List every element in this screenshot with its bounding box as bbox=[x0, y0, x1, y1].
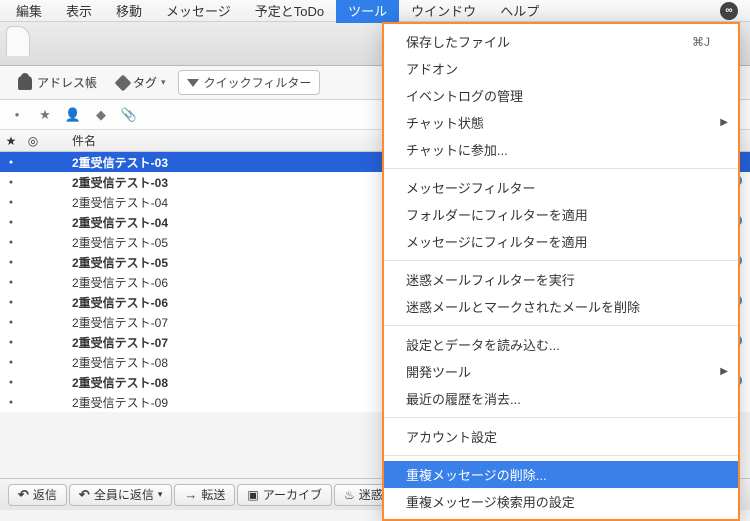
menu-item-label: 迷惑メールフィルターを実行 bbox=[406, 270, 575, 289]
row-bullet-icon: ● bbox=[0, 319, 22, 326]
submenu-arrow-icon: ▶ bbox=[720, 117, 728, 128]
menu-shortcut: ⌘J bbox=[692, 35, 710, 49]
menu-item-label: フォルダーにフィルターを適用 bbox=[406, 205, 588, 224]
row-bullet-icon: ● bbox=[0, 259, 22, 266]
menu-item-label: メッセージフィルター bbox=[406, 178, 535, 197]
tag-icon bbox=[115, 74, 132, 91]
menu-separator bbox=[384, 417, 738, 418]
menu-item[interactable]: チャット状態 ▶ bbox=[384, 109, 738, 136]
menu-item[interactable]: 迷惑メールフィルターを実行 bbox=[384, 266, 738, 293]
row-bullet-icon: ● bbox=[0, 219, 22, 226]
column-attachment[interactable]: ◎ bbox=[22, 134, 44, 148]
reply-all-button[interactable]: ↶全員に返信▾ bbox=[69, 484, 172, 506]
forward-icon: → bbox=[184, 487, 197, 502]
reply-button[interactable]: ↶返信 bbox=[8, 484, 67, 506]
row-bullet-icon: ● bbox=[0, 159, 22, 166]
filter-attach-icon[interactable]: 📎 bbox=[120, 106, 138, 124]
menu-item-label: アカウント設定 bbox=[406, 427, 497, 446]
menu-item[interactable]: 開発ツール ▶ bbox=[384, 358, 738, 385]
reply-icon: ↶ bbox=[18, 487, 29, 503]
menu-item[interactable]: チャットに参加... bbox=[384, 136, 738, 163]
menu-item[interactable]: フォルダーにフィルターを適用 bbox=[384, 201, 738, 228]
row-bullet-icon: ● bbox=[0, 359, 22, 366]
menu-item[interactable]: 設定とデータを読み込む... bbox=[384, 331, 738, 358]
menu-tasks[interactable]: 予定とToDo bbox=[243, 0, 336, 23]
address-book-button[interactable]: アドレス帳 bbox=[10, 71, 105, 94]
archive-button[interactable]: ▣アーカイブ bbox=[237, 484, 332, 506]
menu-separator bbox=[384, 168, 738, 169]
reply-all-icon: ↶ bbox=[79, 487, 90, 503]
menubar: 編集 表示 移動 メッセージ 予定とToDo ツール ウインドウ ヘルプ ∞ bbox=[0, 0, 750, 22]
menu-item-label: チャットに参加... bbox=[406, 140, 508, 159]
menu-item-label: 開発ツール bbox=[406, 362, 471, 381]
menu-go[interactable]: 移動 bbox=[104, 0, 154, 23]
tools-dropdown-menu: 保存したファイル ⌘J アドオンイベントログの管理チャット状態 ▶ チャットに参加...… bbox=[382, 22, 740, 521]
filter-tag-icon[interactable]: ◆ bbox=[92, 106, 110, 124]
column-star[interactable]: ★ bbox=[0, 134, 22, 148]
menu-item-label: アドオン bbox=[406, 59, 458, 78]
menu-item[interactable]: メッセージフィルター bbox=[384, 174, 738, 201]
menu-edit[interactable]: 編集 bbox=[4, 0, 54, 23]
menu-help[interactable]: ヘルプ bbox=[488, 0, 551, 23]
menu-separator bbox=[384, 325, 738, 326]
row-bullet-icon: ● bbox=[0, 299, 22, 306]
row-bullet-icon: ● bbox=[0, 239, 22, 246]
flame-icon: ♨ bbox=[344, 488, 355, 502]
row-bullet-icon: ● bbox=[0, 399, 22, 406]
menu-item-label: 保存したファイル bbox=[406, 32, 510, 51]
menu-separator bbox=[384, 260, 738, 261]
tab-edge bbox=[6, 26, 30, 56]
menu-item[interactable]: アドオン bbox=[384, 55, 738, 82]
menu-item-label: 設定とデータを読み込む... bbox=[406, 335, 560, 354]
archive-icon: ▣ bbox=[247, 488, 258, 502]
tag-label: タグ bbox=[133, 74, 157, 91]
row-bullet-icon: ● bbox=[0, 339, 22, 346]
funnel-icon bbox=[187, 79, 199, 87]
menu-window[interactable]: ウインドウ bbox=[399, 0, 488, 23]
menu-item[interactable]: 迷惑メールとマークされたメールを削除 bbox=[384, 293, 738, 320]
menu-item[interactable]: メッセージにフィルターを適用 bbox=[384, 228, 738, 255]
menu-item-label: 迷惑メールとマークされたメールを削除 bbox=[406, 297, 640, 316]
menu-item[interactable]: 重複メッセージ検索用の設定 bbox=[384, 488, 738, 515]
menu-item-label: 重複メッセージ検索用の設定 bbox=[406, 492, 575, 511]
menu-message[interactable]: メッセージ bbox=[154, 0, 243, 23]
row-bullet-icon: ● bbox=[0, 279, 22, 286]
quick-filter-label: クイックフィルター bbox=[204, 74, 312, 91]
row-bullet-icon: ● bbox=[0, 199, 22, 206]
row-bullet-icon: ● bbox=[0, 179, 22, 186]
submenu-arrow-icon: ▶ bbox=[720, 366, 728, 377]
row-bullet-icon: ● bbox=[0, 379, 22, 386]
menu-view[interactable]: 表示 bbox=[54, 0, 104, 23]
filter-unread-icon[interactable]: • bbox=[8, 106, 26, 124]
chevron-down-icon: ▾ bbox=[158, 489, 163, 500]
tag-button[interactable]: タグ ▾ bbox=[117, 74, 166, 91]
chevron-down-icon: ▾ bbox=[161, 77, 166, 88]
menu-item-label: メッセージにフィルターを適用 bbox=[406, 232, 587, 251]
creative-cloud-icon[interactable]: ∞ bbox=[720, 2, 738, 20]
menu-item-label: 最近の履歴を消去... bbox=[406, 389, 521, 408]
forward-button[interactable]: →転送 bbox=[174, 484, 235, 506]
menu-item-label: チャット状態 bbox=[406, 113, 484, 132]
menu-item[interactable]: アカウント設定 bbox=[384, 423, 738, 450]
menu-item[interactable]: 保存したファイル ⌘J bbox=[384, 28, 738, 55]
quick-filter-button[interactable]: クイックフィルター bbox=[178, 70, 321, 95]
address-book-label: アドレス帳 bbox=[37, 74, 97, 91]
menu-item[interactable]: イベントログの管理 bbox=[384, 82, 738, 109]
menu-item-label: イベントログの管理 bbox=[406, 86, 523, 105]
menu-item-label: 重複メッセージの削除... bbox=[406, 465, 547, 484]
filter-star-icon[interactable]: ★ bbox=[36, 106, 54, 124]
menu-item[interactable]: 最近の履歴を消去... bbox=[384, 385, 738, 412]
filter-contact-icon[interactable]: 👤 bbox=[64, 106, 82, 124]
person-icon bbox=[18, 76, 32, 90]
menu-separator bbox=[384, 455, 738, 456]
menu-item[interactable]: 重複メッセージの削除... bbox=[384, 461, 738, 488]
menu-tools[interactable]: ツール bbox=[336, 0, 399, 23]
